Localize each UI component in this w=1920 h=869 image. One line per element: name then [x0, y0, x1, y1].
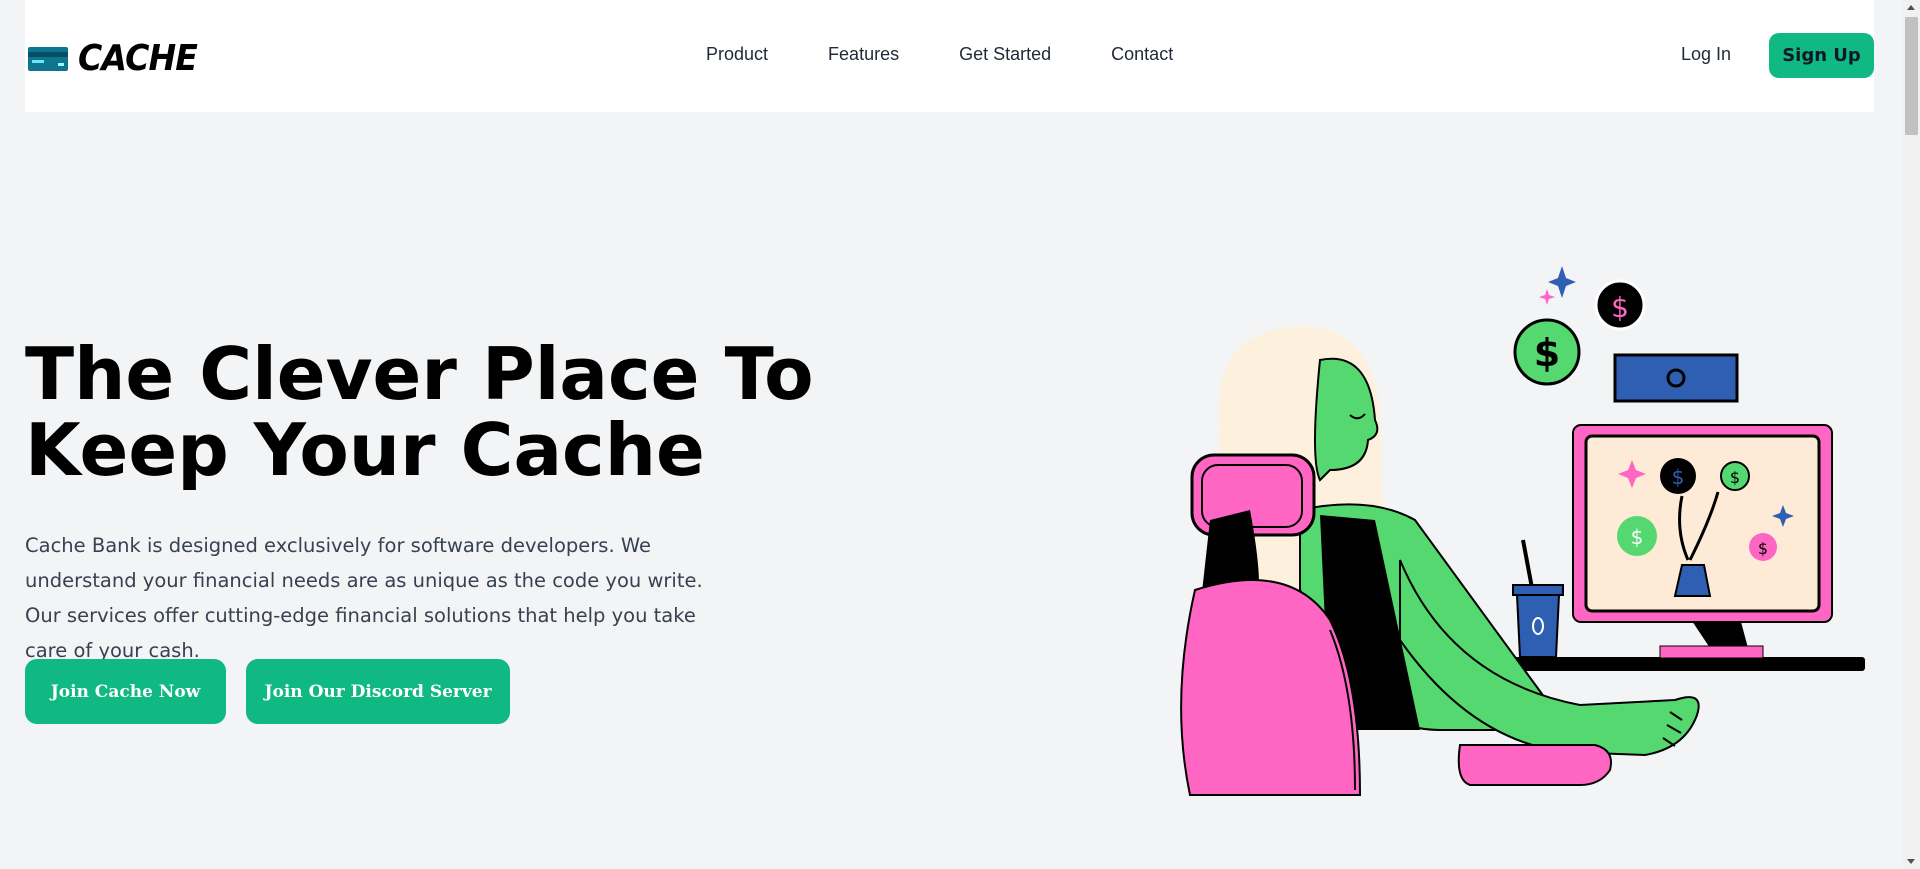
scrollbar-thumb[interactable] [1905, 17, 1918, 135]
nav-features[interactable]: Features [828, 44, 899, 65]
hero-description: Cache Bank is designed exclusively for s… [25, 534, 703, 662]
site-header: CACHE Product Features Get Started Conta… [25, 0, 1874, 112]
logo-text: CACHE [78, 38, 198, 79]
svg-text:$: $ [1672, 465, 1685, 489]
nav-contact[interactable]: Contact [1111, 44, 1173, 65]
main-nav: Product Features Get Started Contact [706, 44, 1173, 65]
join-discord-button[interactable]: Join Our Discord Server [246, 659, 510, 724]
svg-text:$: $ [1758, 539, 1768, 558]
svg-text:$: $ [1611, 291, 1629, 324]
scroll-up-icon[interactable] [1907, 5, 1915, 10]
login-link[interactable]: Log In [1681, 44, 1731, 65]
join-cache-button[interactable]: Join Cache Now [25, 659, 226, 724]
woman-at-computer-illustration: $ $ $ $ $ $ [1180, 266, 1865, 796]
hero-title-line2: Keep Your Cache [25, 408, 705, 492]
scroll-down-icon[interactable] [1907, 859, 1915, 864]
scrollbar[interactable] [1903, 0, 1920, 869]
logo[interactable]: CACHE [28, 38, 207, 79]
nav-get-started[interactable]: Get Started [959, 44, 1051, 65]
hero-title: The Clever Place To Keep Your Cache [25, 336, 825, 488]
nav-product[interactable]: Product [706, 44, 768, 65]
svg-text:$: $ [1631, 525, 1644, 549]
svg-text:$: $ [1730, 468, 1740, 487]
svg-text:$: $ [1534, 331, 1560, 375]
credit-card-icon [28, 46, 68, 71]
signup-button[interactable]: Sign Up [1769, 33, 1874, 78]
hero-title-line1: The Clever Place To [25, 332, 814, 416]
